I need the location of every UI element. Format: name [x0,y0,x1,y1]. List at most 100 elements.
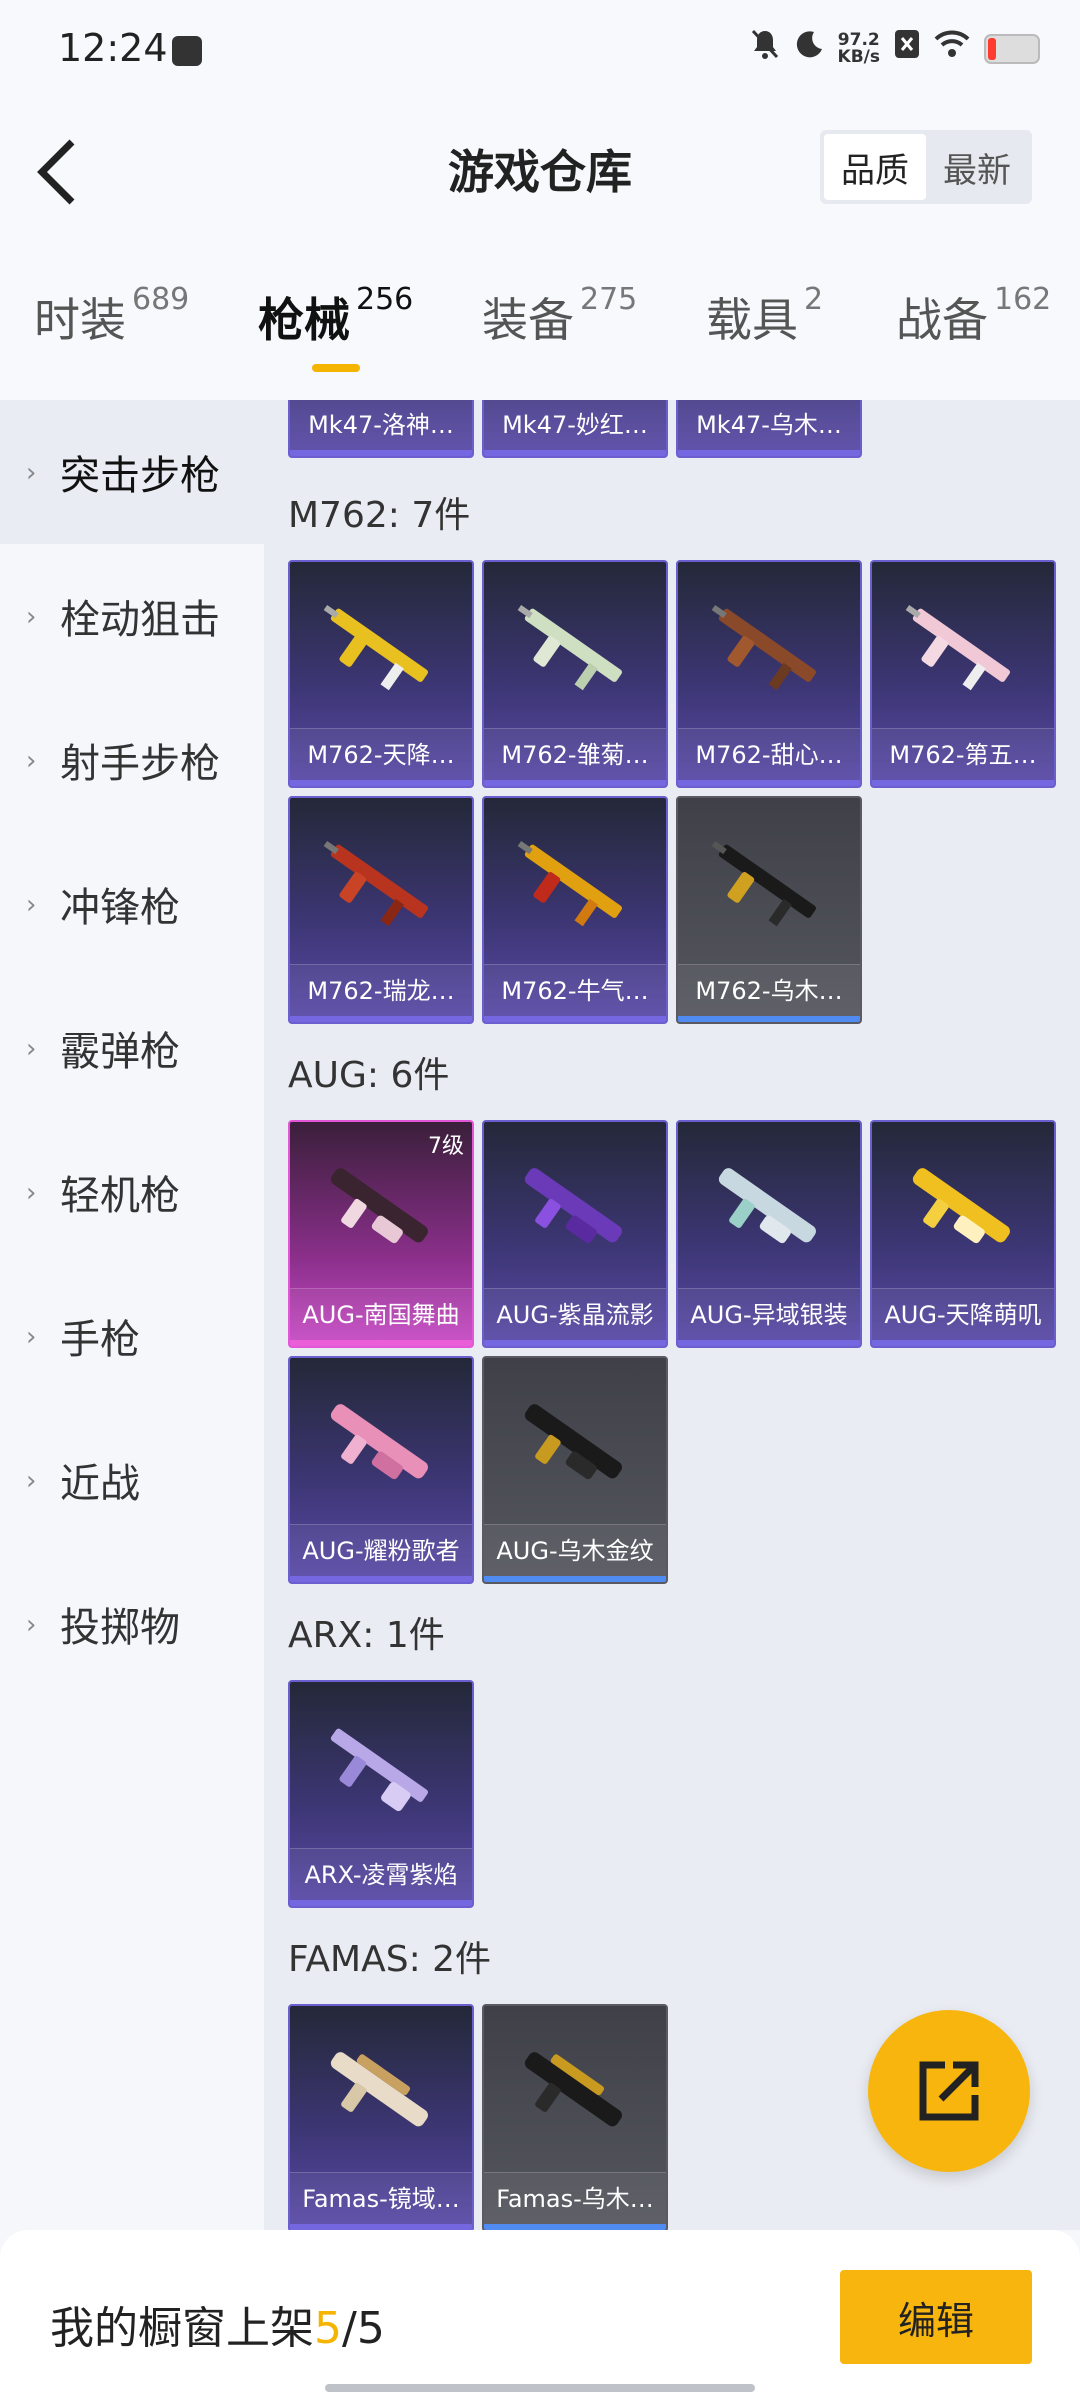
skin-name: Mk47-洛神… [290,400,472,450]
rifle-skin-icon [517,840,623,927]
skin-card[interactable]: AUG-耀粉歌者 [288,1356,474,1584]
skin-name: M762-瑞龙… [290,964,472,1016]
active-tab-indicator [312,364,360,372]
header: 游戏仓库 品质 最新 时装 689 枪械 256 装备 275 载具 2 战备 … [0,84,1080,400]
skin-card[interactable]: Famas-镜域… [288,2004,474,2230]
sidebar-item-shotgun[interactable]: › 霰弹枪 [0,976,264,1120]
tab-label: 装备 [482,293,574,347]
mute-bell-icon [750,28,780,69]
category-tabs: 时装 689 枪械 256 装备 275 载具 2 战备 162 [0,282,1080,384]
skin-card[interactable]: AUG-天降萌叽 [870,1120,1056,1348]
sidebar-item-assault-rifle[interactable]: › 突击步枪 [0,400,264,544]
tab-label: 载具 [706,293,798,347]
sidebar-item-smg[interactable]: › 冲锋枪 [0,832,264,976]
tab-count: 256 [356,282,414,317]
showcase-label: 我的橱窗上架 [50,2303,314,2354]
rifle-skin-icon [711,840,817,927]
sidebar-item-pistol[interactable]: › 手枪 [0,1264,264,1408]
skin-card[interactable]: Mk47-洛神… [288,400,474,458]
tab-vehicles[interactable]: 载具 2 [706,282,824,384]
section-title-famas: FAMAS: 2件 [288,1939,492,1980]
section-title-arx: ARX: 1件 [288,1615,445,1656]
wifi-icon [934,30,970,67]
tab-label: 战备 [896,293,988,347]
sidebar-item-label: 近战 [60,1461,140,1507]
tab-count: 275 [580,282,638,317]
skin-name: AUG-天降萌叽 [872,1288,1054,1340]
tab-label: 时装 [34,293,126,347]
skin-card[interactable]: M762-瑞龙… [288,796,474,1024]
skin-card[interactable]: AUG-异域银装 [676,1120,862,1348]
tab-equipment[interactable]: 装备 275 [482,282,638,384]
weapon-skin-list: Mk47-洛神… Mk47-妙红… Mk47-乌木… M762: 7件 M762… [264,400,1080,2230]
skin-card[interactable]: M762-雏菊… [482,560,668,788]
skin-name: M762-第五… [872,728,1054,780]
sort-quality-button[interactable]: 品质 [824,134,926,200]
chevron-right-icon: › [26,1610,37,1640]
arx-row: ARX-凌霄紫焰 [288,1680,474,1908]
chevron-right-icon: › [26,458,37,488]
showcase-status: 我的橱窗上架5/5 [50,2292,385,2356]
sim-off-icon [894,29,920,68]
sidebar-item-melee[interactable]: › 近战 [0,1408,264,1552]
skin-name: AUG-南国舞曲 [290,1288,472,1340]
edit-button[interactable]: 编辑 [840,2270,1032,2364]
rifle-skin-icon [330,1728,429,1812]
skin-name: M762-乌木… [678,964,860,1016]
tab-label: 枪械 [258,293,350,347]
sort-newest-button[interactable]: 最新 [926,134,1028,200]
skin-card[interactable]: AUG-乌木金纹 [482,1356,668,1584]
share-icon [919,2061,979,2121]
tab-count: 689 [132,282,190,317]
skin-card[interactable]: M762-乌木… [676,796,862,1024]
skin-card[interactable]: M762-天降… [288,560,474,788]
tab-count: 2 [804,282,824,317]
rifle-skin-icon [330,1404,428,1480]
sidebar-item-label: 轻机枪 [60,1173,180,1219]
skin-card[interactable]: Mk47-乌木… [676,400,862,458]
sidebar-item-throwable[interactable]: › 投掷物 [0,1552,264,1696]
sidebar-item-label: 射手步枪 [60,741,220,787]
famas-row: Famas-镜域… Famas-乌木… [288,2004,668,2230]
skin-name: AUG-乌木金纹 [484,1524,666,1576]
sidebar-item-bolt-sniper[interactable]: › 栓动狙击 [0,544,264,688]
skin-card[interactable]: ARX-凌霄紫焰 [288,1680,474,1908]
network-speed-value: 97.2 [837,29,880,50]
skin-card[interactable]: Famas-乌木… [482,2004,668,2230]
showcase-total: /5 [342,2303,385,2354]
m762-row-2: M762-瑞龙… M762-牛气… M762-乌木… [288,796,862,1024]
tab-supplies[interactable]: 战备 162 [896,282,1052,384]
home-indicator[interactable] [325,2384,755,2392]
tab-count: 162 [994,282,1052,317]
weapon-type-sidebar: › 突击步枪 › 栓动狙击 › 射手步枪 › 冲锋枪 › 霰弹枪 › 轻机枪 ›… [0,400,264,2230]
chevron-right-icon: › [26,890,37,920]
sidebar-item-label: 手枪 [60,1317,140,1363]
skin-name: AUG-异域银装 [678,1288,860,1340]
skin-name: M762-甜心… [678,728,860,780]
skin-card[interactable]: AUG-紫晶流影 [482,1120,668,1348]
skin-name: Famas-镜域… [290,2172,472,2224]
skin-card[interactable]: M762-甜心… [676,560,862,788]
share-button[interactable] [868,2010,1030,2172]
tab-fashion[interactable]: 时装 689 [34,282,190,384]
sidebar-item-marksman-rifle[interactable]: › 射手步枪 [0,688,264,832]
skin-card[interactable]: 7级 AUG-南国舞曲 [288,1120,474,1348]
rifle-skin-icon [711,604,817,691]
network-speed: 97.2 KB/s [837,29,880,67]
rifle-skin-icon [524,1168,622,1244]
skin-name: AUG-耀粉歌者 [290,1524,472,1576]
rifle-skin-icon [323,840,429,927]
showcase-bar: 我的橱窗上架5/5 编辑 [0,2230,1080,2400]
skin-name: M762-雏菊… [484,728,666,780]
skin-card[interactable]: M762-牛气… [482,796,668,1024]
chevron-right-icon: › [26,1178,37,1208]
skin-card[interactable]: M762-第五… [870,560,1056,788]
status-time: 12:24 [58,26,168,70]
rifle-skin-icon [330,1168,428,1244]
skin-card[interactable]: Mk47-妙红… [482,400,668,458]
sidebar-item-lmg[interactable]: › 轻机枪 [0,1120,264,1264]
chevron-right-icon: › [26,1034,37,1064]
network-speed-unit: KB/s [837,46,880,67]
chevron-right-icon: › [26,602,37,632]
sidebar-item-label: 栓动狙击 [60,597,220,643]
